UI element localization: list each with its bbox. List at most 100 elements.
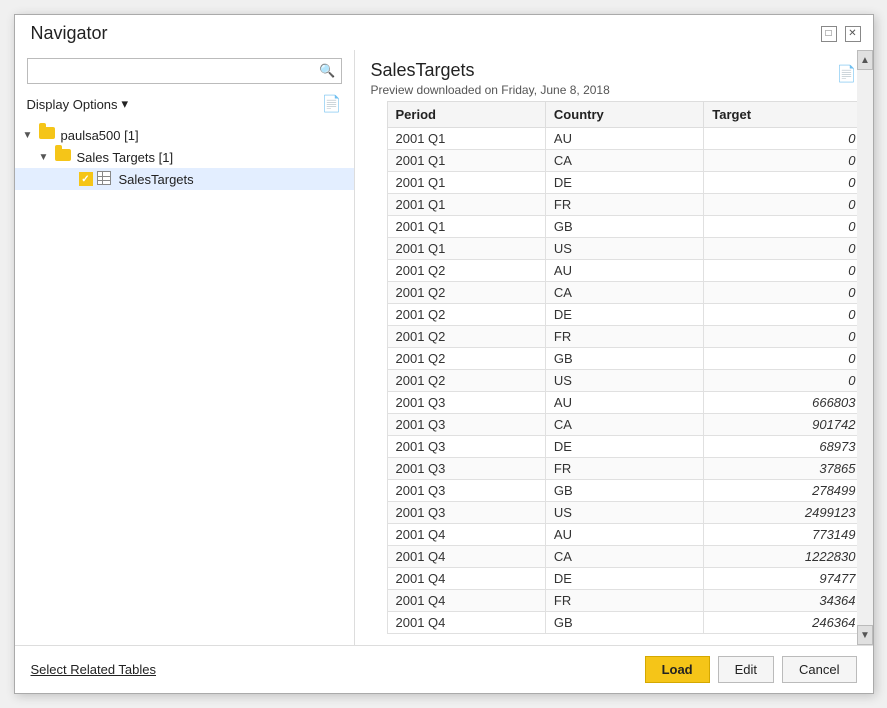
table-cell: 0 — [704, 304, 864, 326]
table-cell: 2001 Q3 — [387, 414, 545, 436]
table-cell: 97477 — [704, 568, 864, 590]
table-row: 2001 Q2US0 — [387, 370, 864, 392]
table-row: 2001 Q1US0 — [387, 238, 864, 260]
left-panel: 🔍 Display Options ▾ 📄 ▼ paulsa500 [1] — [15, 50, 355, 645]
table-cell: CA — [545, 414, 703, 436]
table-cell: 2001 Q1 — [387, 150, 545, 172]
tree-item-sales-targets[interactable]: ▼ Sales Targets [1] — [15, 146, 354, 168]
table-cell: 0 — [704, 216, 864, 238]
table-cell: 0 — [704, 172, 864, 194]
table-cell: 0 — [704, 370, 864, 392]
table-row: 2001 Q4AU773149 — [387, 524, 864, 546]
table-row: 2001 Q1DE0 — [387, 172, 864, 194]
footer: Select Related Tables Load Edit Cancel — [15, 645, 873, 693]
table-cell: 0 — [704, 150, 864, 172]
preview-title: SalesTargets — [371, 60, 610, 81]
display-options-button[interactable]: Display Options ▾ — [27, 96, 129, 112]
table-cell: 2001 Q3 — [387, 392, 545, 414]
checkbox-salestargettable[interactable] — [79, 172, 93, 186]
close-button[interactable]: ✕ — [845, 26, 861, 42]
table-cell: AU — [545, 260, 703, 282]
footer-left: Select Related Tables — [31, 657, 157, 682]
title-bar: Navigator □ ✕ — [15, 15, 873, 50]
display-options-row: Display Options ▾ 📄 — [15, 90, 354, 120]
table-cell: 2001 Q1 — [387, 194, 545, 216]
table-row: 2001 Q3DE68973 — [387, 436, 864, 458]
table-cell: 2001 Q3 — [387, 480, 545, 502]
table-cell: 2001 Q1 — [387, 238, 545, 260]
table-cell: 2001 Q2 — [387, 326, 545, 348]
table-cell: DE — [545, 172, 703, 194]
folder-icon-root — [39, 127, 57, 143]
select-related-button[interactable]: Select Related Tables — [31, 657, 157, 682]
preview-subtitle: Preview downloaded on Friday, June 8, 20… — [371, 83, 610, 97]
preview-action-icon[interactable]: 📄 — [837, 64, 857, 84]
cancel-button[interactable]: Cancel — [782, 656, 856, 683]
table-cell: 1222830 — [704, 546, 864, 568]
table-cell: 2001 Q3 — [387, 436, 545, 458]
navigator-dialog: Navigator □ ✕ 🔍 Display Options ▾ 📄 — [14, 14, 874, 694]
scrollbar-down-button[interactable]: ▼ — [857, 625, 873, 645]
load-button[interactable]: Load — [645, 656, 710, 683]
table-cell: 2499123 — [704, 502, 864, 524]
table-cell: DE — [545, 304, 703, 326]
table-cell: 2001 Q1 — [387, 172, 545, 194]
preview-header: SalesTargets Preview downloaded on Frida… — [355, 50, 873, 101]
table-row: 2001 Q1GB0 — [387, 216, 864, 238]
display-options-label: Display Options — [27, 97, 118, 112]
table-cell: 2001 Q1 — [387, 216, 545, 238]
edit-button[interactable]: Edit — [718, 656, 774, 683]
table-cell: 246364 — [704, 612, 864, 634]
title-bar-controls: □ ✕ — [821, 26, 861, 42]
table-row: 2001 Q4CA1222830 — [387, 546, 864, 568]
table-cell: FR — [545, 590, 703, 612]
table-row: 2001 Q4GB246364 — [387, 612, 864, 634]
table-container: Period Country Target 2001 Q1AU02001 Q1C… — [387, 101, 865, 645]
table-cell: 0 — [704, 348, 864, 370]
table-row: 2001 Q2CA0 — [387, 282, 864, 304]
table-cell: 2001 Q2 — [387, 304, 545, 326]
col-target: Target — [704, 102, 864, 128]
table-row: 2001 Q2FR0 — [387, 326, 864, 348]
table-row: 2001 Q2DE0 — [387, 304, 864, 326]
display-options-arrow: ▾ — [122, 96, 129, 112]
table-row: 2001 Q3FR37865 — [387, 458, 864, 480]
preview-title-block: SalesTargets Preview downloaded on Frida… — [371, 60, 610, 97]
table-cell: AU — [545, 524, 703, 546]
footer-right: Load Edit Cancel — [645, 656, 857, 683]
table-cell: DE — [545, 568, 703, 590]
tree-item-root[interactable]: ▼ paulsa500 [1] — [15, 124, 354, 146]
table-row: 2001 Q2GB0 — [387, 348, 864, 370]
table-cell: 2001 Q4 — [387, 612, 545, 634]
right-panel: SalesTargets Preview downloaded on Frida… — [355, 50, 873, 645]
search-input[interactable] — [27, 58, 342, 84]
table-cell: 2001 Q4 — [387, 590, 545, 612]
table-cell: 0 — [704, 282, 864, 304]
table-cell: 2001 Q2 — [387, 260, 545, 282]
table-row: 2001 Q1FR0 — [387, 194, 864, 216]
tree-label-sales: Sales Targets [1] — [77, 150, 174, 165]
table-cell: 2001 Q4 — [387, 524, 545, 546]
table-row: 2001 Q1CA0 — [387, 150, 864, 172]
table-cell: US — [545, 238, 703, 260]
table-row: 2001 Q4FR34364 — [387, 590, 864, 612]
dialog-title: Navigator — [31, 23, 108, 44]
table-cell: GB — [545, 348, 703, 370]
table-cell: GB — [545, 612, 703, 634]
col-country: Country — [545, 102, 703, 128]
table-cell: FR — [545, 458, 703, 480]
table-cell: 0 — [704, 194, 864, 216]
table-header-row: Period Country Target — [387, 102, 864, 128]
table-cell: DE — [545, 436, 703, 458]
preview-icon-left: 📄 — [322, 94, 342, 114]
scrollbar: ▲ ▼ — [857, 101, 873, 645]
tree-toggle-sales: ▼ — [39, 152, 55, 163]
restore-button[interactable]: □ — [821, 26, 837, 42]
tree-item-salestargettable[interactable]: SalesTargets — [15, 168, 354, 190]
table-row: 2001 Q3US2499123 — [387, 502, 864, 524]
table-cell: 0 — [704, 128, 864, 150]
table-icon-salestargettable — [97, 171, 115, 187]
scrollbar-track — [857, 101, 873, 625]
table-row: 2001 Q3CA901742 — [387, 414, 864, 436]
table-cell: 2001 Q4 — [387, 546, 545, 568]
